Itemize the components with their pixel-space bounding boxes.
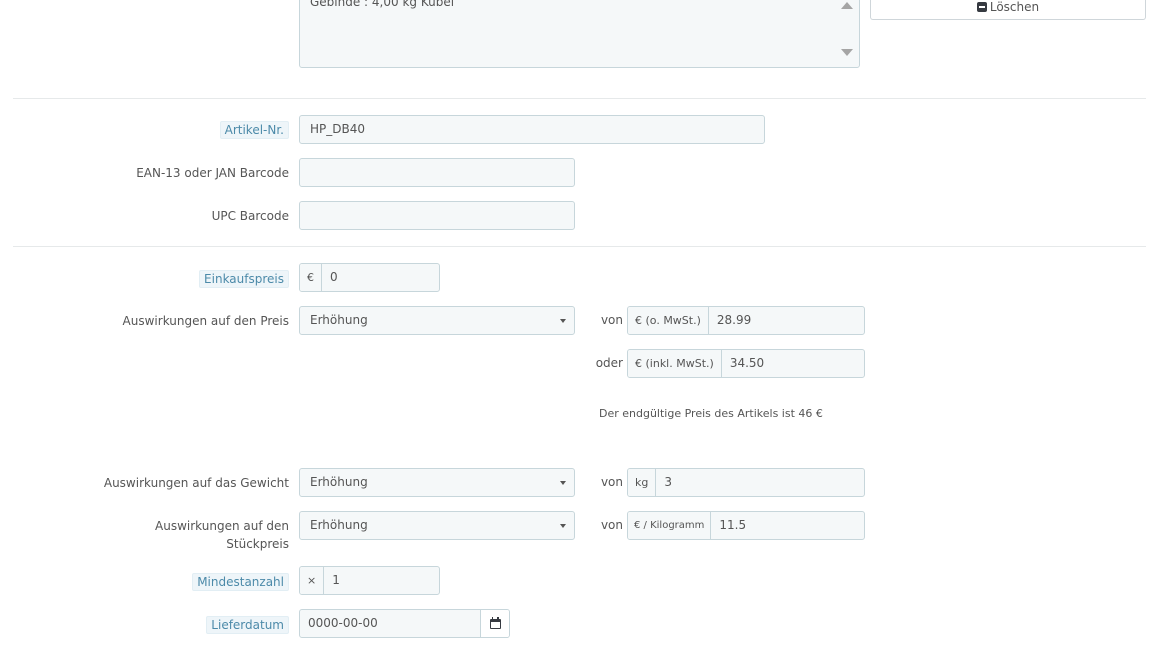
ean13-input[interactable] <box>299 158 575 187</box>
price-incl-addon: € (inkl. MwSt.) <box>628 350 722 377</box>
combination-form: Gebinde : 4,00 kg Kübel Löschen Artikel-… <box>0 0 1151 654</box>
weight-impact-selected: Erhöhung <box>310 475 368 489</box>
currency-addon: € <box>300 264 322 291</box>
weight-impact-select[interactable]: Erhöhung <box>299 468 575 497</box>
section-divider <box>13 246 1146 247</box>
minus-square-icon <box>976 2 987 12</box>
scroll-up-arrow-icon[interactable] <box>841 2 853 9</box>
available-date-value: 0000-00-00 <box>308 616 378 630</box>
price-impact-label: Auswirkungen auf den Preis <box>122 314 289 328</box>
upc-input[interactable] <box>299 201 575 230</box>
dropdown-caret-icon <box>560 481 566 485</box>
unit-price-impact-label: Auswirkungen auf den Stückpreis <box>155 519 289 551</box>
price-impact-select[interactable]: Erhöhung <box>299 306 575 335</box>
calendar-icon <box>489 616 501 629</box>
scroll-down-arrow-icon[interactable] <box>841 49 853 56</box>
delete-button[interactable]: Löschen <box>870 0 1146 20</box>
price-excl-value: 28.99 <box>716 313 752 327</box>
unit-price-impact-selected: Erhöhung <box>310 518 368 532</box>
unit-price-value: 11.5 <box>719 518 747 532</box>
weight-value: 3 <box>664 475 672 489</box>
price-von-label: von <box>600 313 623 327</box>
section-divider <box>13 98 1146 99</box>
datepicker-button[interactable] <box>480 610 509 637</box>
dropdown-caret-icon <box>560 319 566 323</box>
price-excl-group[interactable]: € (o. MwSt.) 28.99 <box>627 306 865 335</box>
ean13-label: EAN-13 oder JAN Barcode <box>136 166 289 180</box>
final-price-note: Der endgültige Preis des Artikels ist 46… <box>599 407 823 420</box>
weight-group[interactable]: kg 3 <box>627 468 865 497</box>
unit-price-impact-select[interactable]: Erhöhung <box>299 511 575 540</box>
weight-unit-addon: kg <box>628 469 657 496</box>
price-impact-selected: Erhöhung <box>310 313 368 327</box>
reference-value: HP_DB40 <box>310 122 366 136</box>
unit-price-unit-addon: € / Kilogramm <box>628 512 712 539</box>
minimal-quantity-label: Mindestanzahl <box>192 573 289 591</box>
wholesale-price-group[interactable]: € 0 <box>299 263 440 292</box>
description-textarea[interactable]: Gebinde : 4,00 kg Kübel <box>299 0 860 68</box>
times-addon: × <box>300 567 325 594</box>
wholesale-price-label: Einkaufspreis <box>199 270 289 288</box>
description-text: Gebinde : 4,00 kg Kübel <box>310 0 455 9</box>
dropdown-caret-icon <box>560 524 566 528</box>
minimal-quantity-group[interactable]: × 1 <box>299 566 440 595</box>
unit-price-group[interactable]: € / Kilogramm 11.5 <box>627 511 865 540</box>
weight-impact-label: Auswirkungen auf das Gewicht <box>103 476 289 490</box>
unit-price-von-label: von <box>600 518 623 532</box>
wholesale-price-value: 0 <box>330 270 338 284</box>
available-date-label: Lieferdatum <box>206 616 289 634</box>
reference-input[interactable]: HP_DB40 <box>299 115 765 144</box>
minimal-quantity-value: 1 <box>332 573 340 587</box>
price-incl-group[interactable]: € (inkl. MwSt.) 34.50 <box>627 349 865 378</box>
weight-von-label: von <box>600 475 623 489</box>
price-excl-addon: € (o. MwSt.) <box>628 307 709 334</box>
reference-label: Artikel-Nr. <box>219 121 289 139</box>
price-oder-label: oder <box>595 356 623 370</box>
price-incl-value: 34.50 <box>729 356 765 370</box>
available-date-group[interactable]: 0000-00-00 <box>299 609 510 638</box>
delete-button-label: Löschen <box>989 0 1040 14</box>
upc-label: UPC Barcode <box>211 209 289 223</box>
